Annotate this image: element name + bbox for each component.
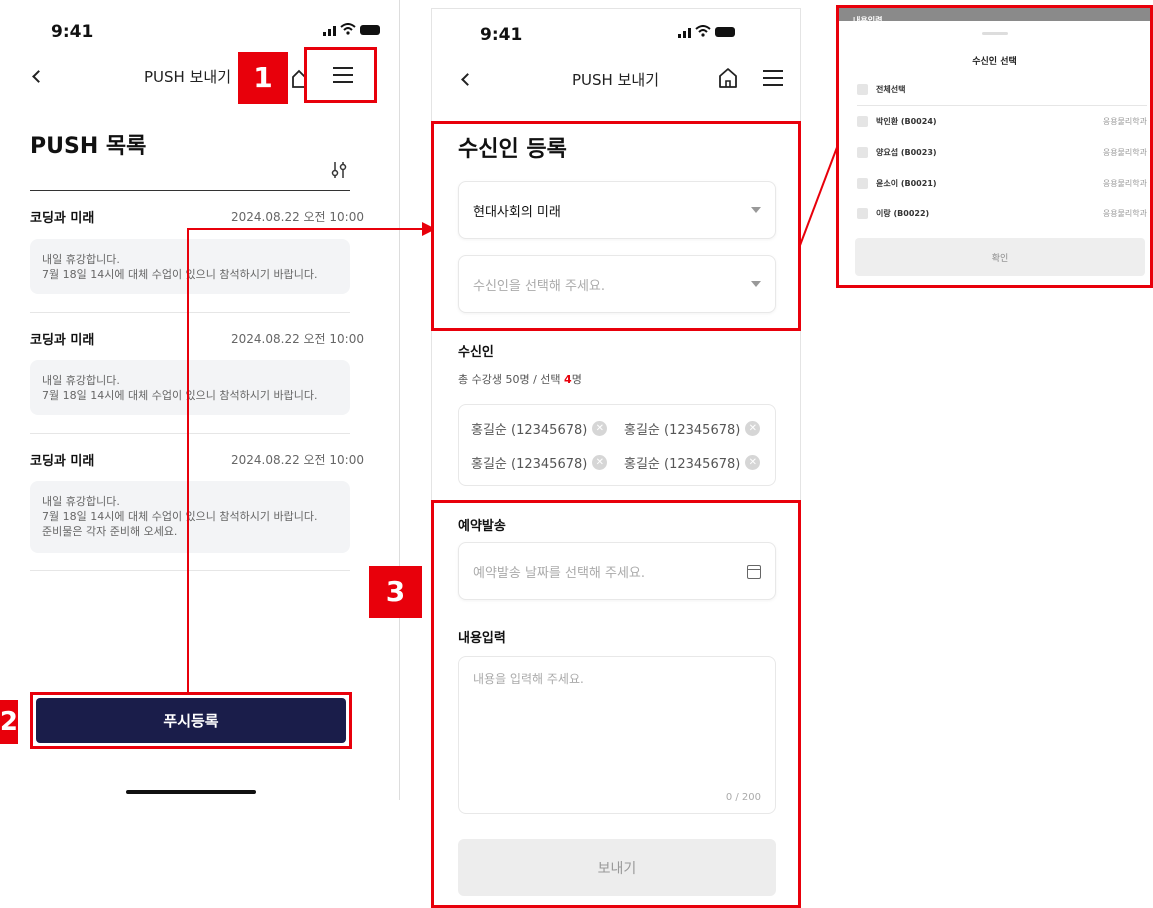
- checkbox[interactable]: [857, 116, 868, 127]
- recipient-dept: 응용물리학과: [1102, 148, 1147, 157]
- item-divider: [30, 433, 350, 434]
- message-line: 7월 18일 14시에 대체 수업이 있으니 참석하시기 바랍니다.: [42, 389, 318, 402]
- nav-title: PUSH 보내기: [144, 68, 231, 86]
- message-line: 7월 18일 14시에 대체 수업이 있으니 참석하시기 바랍니다.: [42, 268, 318, 281]
- filter-icon[interactable]: [330, 160, 348, 180]
- item-date: 2024.08.22 오전 10:00: [231, 210, 364, 224]
- signal-icon: [323, 24, 336, 36]
- message-box[interactable]: 내일 휴강합니다. 7월 18일 14시에 대체 수업이 있으니 참석하시기 바…: [30, 360, 350, 415]
- recipient-row[interactable]: 이랑 (B0022) 응용물리학과: [857, 208, 1147, 219]
- status-time: 9:41: [480, 25, 523, 45]
- recipient-register-highlight-box: [431, 121, 801, 331]
- hamburger-menu-icon[interactable]: [333, 62, 353, 88]
- item-title: 코딩과 미래: [30, 454, 95, 469]
- recipient-popup: 내용입력 수신인 선택 전체선택 박인환 (B0024) 응용물리학과 양요섭 …: [836, 5, 1153, 288]
- recipient-row[interactable]: 박인환 (B0024) 응용물리학과: [857, 116, 1147, 127]
- recipient-dept: 응용물리학과: [1102, 179, 1147, 188]
- checkbox[interactable]: [857, 147, 868, 158]
- list-divider: [30, 190, 350, 191]
- checkbox[interactable]: [857, 208, 868, 219]
- push-list-screen: 9:41 PUSH 보내기 1 PUSH 목록 코딩과 미래 2024.08.2…: [0, 0, 400, 800]
- home-icon[interactable]: [718, 67, 738, 89]
- list-heading: PUSH 목록: [30, 134, 147, 159]
- checkbox[interactable]: [857, 84, 868, 95]
- remove-icon[interactable]: ✕: [745, 455, 761, 470]
- confirm-button[interactable]: 확인: [855, 238, 1145, 276]
- item-title: 코딩과 미래: [30, 333, 95, 348]
- message-line: 내일 휴강합니다.: [42, 253, 120, 266]
- battery-icon: [360, 25, 380, 35]
- popup-divider: [857, 105, 1147, 106]
- item-divider: [30, 312, 350, 313]
- item-date: 2024.08.22 오전 10:00: [231, 453, 364, 467]
- step-2-label: 2: [0, 700, 18, 744]
- recipient-name: 양요섭 (B0023): [876, 148, 937, 157]
- message-line: 내일 휴강합니다.: [42, 495, 120, 508]
- signal-icon: [678, 26, 691, 38]
- count-prefix: 총 수강생 50명 / 선택: [458, 373, 565, 386]
- remove-icon[interactable]: ✕: [592, 421, 608, 436]
- message-line: 내일 휴강합니다.: [42, 374, 120, 387]
- connector-line: [187, 228, 425, 230]
- message-box[interactable]: 내일 휴강합니다. 7월 18일 14시에 대체 수업이 있으니 참석하시기 바…: [30, 481, 350, 553]
- item-title: 코딩과 미래: [30, 211, 95, 226]
- recipient-dept: 응용물리학과: [1102, 209, 1147, 218]
- remove-icon[interactable]: ✕: [592, 455, 608, 470]
- message-line: 준비물은 각자 준비해 오세요.: [42, 525, 178, 538]
- item-divider: [30, 570, 350, 571]
- home-indicator: [126, 790, 256, 794]
- step-1-label: 1: [238, 52, 288, 104]
- connector-line: [798, 141, 840, 249]
- item-date: 2024.08.22 오전 10:00: [231, 332, 364, 346]
- select-all-label: 전체선택: [876, 85, 906, 94]
- recipient-row[interactable]: 윤소이 (B0021) 응용물리학과: [857, 178, 1147, 189]
- recipient-chip: 홍길순 (12345678) ✕: [624, 419, 761, 438]
- recipient-chip: 홍길순 (12345678) ✕: [471, 453, 608, 472]
- recipient-chip: 홍길순 (12345678) ✕: [624, 453, 761, 472]
- select-all-row[interactable]: 전체선택: [857, 84, 1147, 95]
- back-icon[interactable]: [461, 73, 474, 86]
- wifi-icon: [695, 25, 711, 37]
- recipient-count: 총 수강생 50명 / 선택 4명: [458, 371, 582, 387]
- popup-header-bar: 내용입력: [839, 8, 1150, 25]
- step-3-label: 3: [369, 566, 422, 618]
- chip-label: 홍길순 (12345678): [471, 457, 588, 472]
- popup-title: 수신인 선택: [972, 57, 1017, 67]
- chip-label: 홍길순 (12345678): [471, 423, 588, 438]
- hamburger-menu-icon[interactable]: [763, 65, 783, 91]
- checkbox[interactable]: [857, 178, 868, 189]
- recipient-dept: 응용물리학과: [1102, 117, 1147, 126]
- recipient-name: 윤소이 (B0021): [876, 179, 937, 188]
- recipient-chip: 홍길순 (12345678) ✕: [471, 419, 608, 438]
- message-line: 7월 18일 14시에 대체 수업이 있으니 참석하시기 바랍니다.: [42, 510, 318, 523]
- push-register-button[interactable]: 푸시등록: [36, 698, 346, 743]
- message-box[interactable]: 내일 휴강합니다. 7월 18일 14시에 대체 수업이 있으니 참석하시기 바…: [30, 239, 350, 294]
- chip-label: 홍길순 (12345678): [624, 423, 741, 438]
- recipient-chip-area: 홍길순 (12345678) ✕ 홍길순 (12345678) ✕ 홍길순 (1…: [458, 404, 776, 486]
- sheet-handle[interactable]: [982, 32, 1008, 35]
- recipient-name: 박인환 (B0024): [876, 117, 937, 126]
- chip-label: 홍길순 (12345678): [624, 457, 741, 472]
- count-selected: 4: [564, 373, 572, 386]
- back-icon[interactable]: [32, 70, 45, 83]
- status-time: 9:41: [51, 22, 94, 42]
- count-suffix: 명: [571, 373, 582, 386]
- nav-title: PUSH 보내기: [572, 71, 659, 89]
- remove-icon[interactable]: ✕: [745, 421, 761, 436]
- battery-icon: [715, 27, 735, 37]
- recipient-name: 이랑 (B0022): [876, 209, 930, 218]
- popup-bar-title: 내용입력: [853, 16, 883, 25]
- reserve-content-highlight-box: [431, 500, 801, 908]
- connector-line: [187, 228, 189, 692]
- recipient-row[interactable]: 양요섭 (B0023) 응용물리학과: [857, 147, 1147, 158]
- wifi-icon: [340, 23, 356, 35]
- recipient-label: 수신인: [458, 345, 494, 360]
